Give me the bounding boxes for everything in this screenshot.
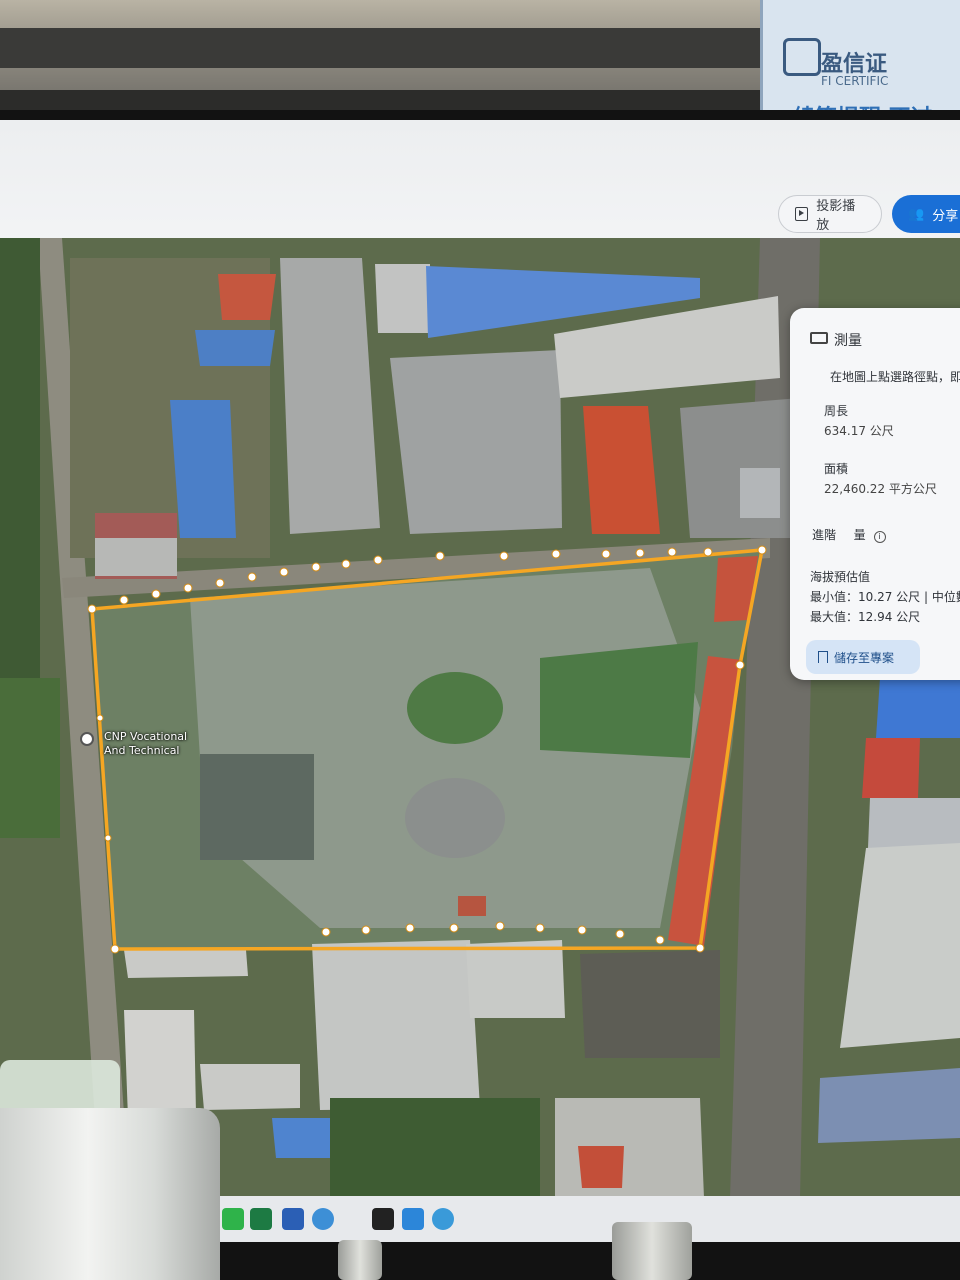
poster-subtitle: FI CERTIFIC (821, 74, 889, 88)
share-label: 分享 (932, 208, 959, 224)
poi-label[interactable]: CNP Vocational And Technical (104, 730, 187, 758)
slideshow-button[interactable]: 投影播放 (778, 195, 882, 233)
area-label: 面積 (824, 462, 849, 476)
measure-instruction: 在地圖上點選路徑點，即可 (830, 370, 960, 384)
perimeter-value: 634.17 公尺 (824, 424, 894, 438)
slideshow-label: 投影播放 (816, 199, 856, 233)
bookmark-icon (818, 651, 828, 663)
wechat-icon[interactable] (222, 1208, 244, 1230)
info-icon[interactable]: i (873, 531, 886, 543)
folder-icon[interactable] (402, 1208, 424, 1230)
elevation-max: 最大值：12.94 公尺 (810, 610, 921, 624)
word-icon[interactable] (282, 1208, 304, 1230)
ruler-icon (810, 332, 828, 344)
save-to-project-button[interactable]: 儲存至專案 (806, 640, 920, 674)
edge-icon[interactable] (312, 1208, 334, 1230)
poster-logo-icon (783, 38, 821, 76)
bottle-cap-left (338, 1240, 382, 1280)
play-icon (795, 207, 809, 221)
bottle-cap-right (612, 1222, 692, 1280)
share-button[interactable]: 👥 分享 (892, 195, 960, 233)
app-icon[interactable] (372, 1208, 394, 1230)
browser-icon[interactable] (432, 1208, 454, 1230)
excel-icon[interactable] (250, 1208, 272, 1230)
measure-panel: 測量 在地圖上點選路徑點，即可 周長 634.17 公尺 面積 22,460.2… (790, 308, 960, 680)
elevation-title: 海拔預估值 (810, 570, 871, 584)
tumbler (0, 1108, 220, 1280)
measure-title: 測量 (834, 333, 862, 349)
poi-marker-icon[interactable] (80, 732, 94, 746)
people-icon: 👥 (908, 206, 925, 222)
advanced-measure-toggle[interactable]: 進階 量 i (812, 526, 886, 543)
elevation-min: 最小值：10.27 公尺 | 中位數： (810, 590, 960, 604)
area-value: 22,460.22 平方公尺 (824, 482, 937, 496)
perimeter-label: 周長 (824, 404, 849, 418)
